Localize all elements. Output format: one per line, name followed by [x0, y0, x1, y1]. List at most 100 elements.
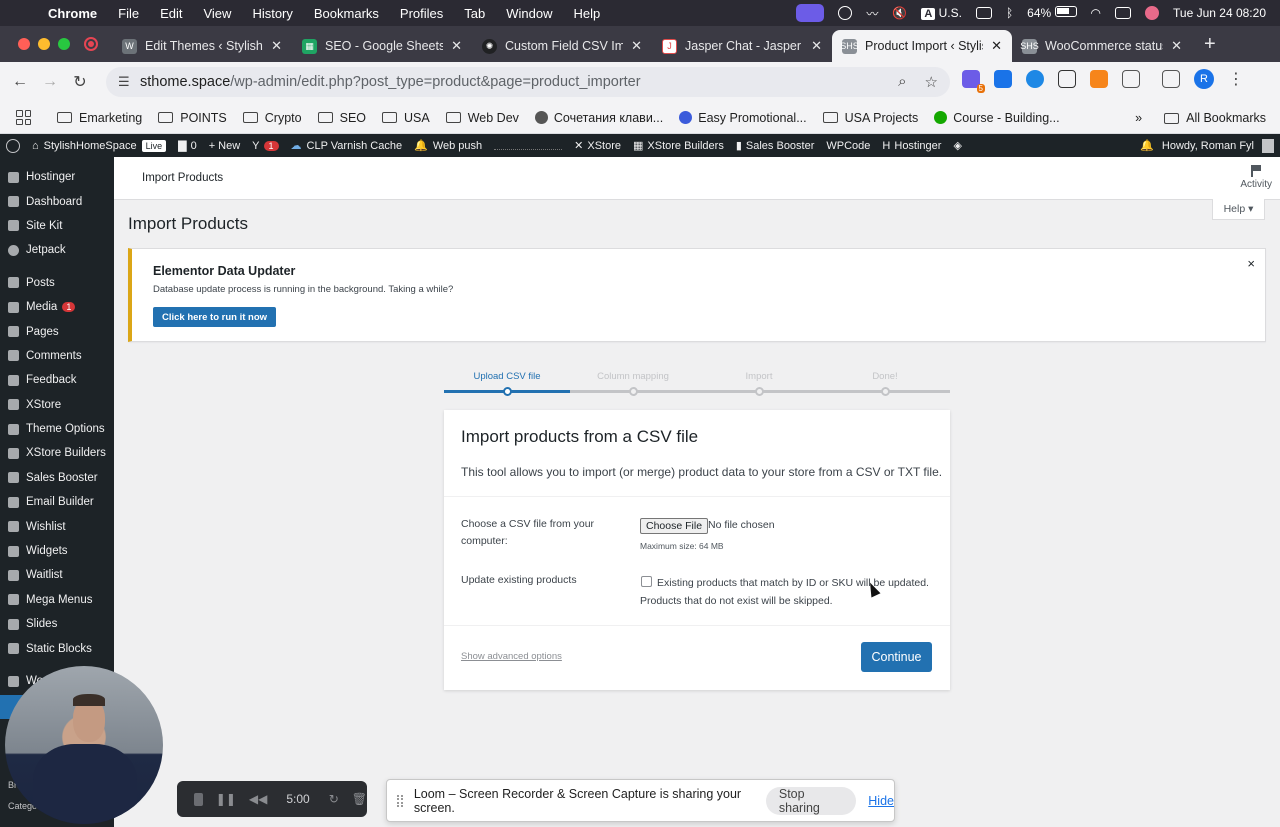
- sidebar-item-media[interactable]: Media 1: [0, 295, 114, 319]
- close-tab-icon[interactable]: ✕: [991, 38, 1002, 54]
- hide-banner-link[interactable]: Hide: [868, 794, 894, 808]
- extension-icon[interactable]: [1026, 70, 1044, 88]
- sidebar-item-comments[interactable]: Comments: [0, 344, 114, 368]
- bookmark-points[interactable]: POINTS: [158, 111, 227, 125]
- site-name[interactable]: ⌂ StylishHomeSpace Live: [32, 139, 167, 152]
- bookmark-emarketing[interactable]: Emarketing: [57, 111, 142, 125]
- recording-icon[interactable]: [84, 37, 98, 51]
- menu-bookmarks[interactable]: Bookmarks: [314, 6, 379, 21]
- battery-status[interactable]: 64%: [1027, 6, 1077, 20]
- tab-product-import[interactable]: SHS Product Import ‹ Stylis ✕: [832, 30, 1012, 62]
- extension-icon[interactable]: [994, 70, 1012, 88]
- bookmark-course[interactable]: Course - Building...: [934, 111, 1060, 125]
- menu-history[interactable]: History: [252, 6, 292, 21]
- run-updater-button[interactable]: Click here to run it now: [153, 307, 277, 327]
- update-existing-checkbox[interactable]: [641, 576, 652, 587]
- sidebar-item-mega-menus[interactable]: Mega Menus: [0, 588, 114, 612]
- audio-levels-icon[interactable]: 〰: [866, 5, 878, 22]
- sales-booster-menu[interactable]: ▮ Sales Booster: [736, 139, 815, 153]
- metamask-icon[interactable]: [1090, 70, 1108, 88]
- wordpress-logo-icon[interactable]: [6, 138, 20, 153]
- sidebar-item-slides[interactable]: Slides: [0, 612, 114, 636]
- tab-edit-themes[interactable]: W Edit Themes ‹ StylishH ✕: [112, 30, 292, 62]
- forward-icon[interactable]: →: [40, 73, 60, 91]
- back-icon[interactable]: ←: [10, 73, 30, 91]
- all-bookmarks[interactable]: All Bookmarks: [1164, 111, 1266, 125]
- hostinger-menu[interactable]: H Hostinger: [882, 140, 941, 152]
- input-source[interactable]: A U.S.: [921, 6, 962, 20]
- maximize-window-button[interactable]: [58, 38, 70, 50]
- close-tab-icon[interactable]: ✕: [271, 38, 282, 54]
- new-content[interactable]: + New: [209, 140, 240, 152]
- new-tab-icon[interactable]: +: [1204, 33, 1216, 56]
- howdy-user[interactable]: Howdy, Roman Fyl: [1162, 140, 1254, 152]
- bookmark-web-dev[interactable]: Web Dev: [445, 111, 519, 125]
- loom-webcam-bubble[interactable]: [5, 666, 163, 824]
- varnish-cache[interactable]: ☁ CLP Varnish Cache: [291, 139, 403, 153]
- wifi-icon[interactable]: ◠: [1091, 6, 1101, 20]
- close-tab-icon[interactable]: ✕: [1171, 38, 1182, 54]
- xstore-menu[interactable]: ✕ XStore: [574, 139, 621, 153]
- extension-icon[interactable]: [1058, 70, 1076, 88]
- side-panel-icon[interactable]: [1162, 70, 1180, 88]
- notification-bell-icon[interactable]: 🔔: [1140, 139, 1154, 152]
- close-tab-icon[interactable]: ✕: [631, 38, 642, 54]
- stop-sharing-button[interactable]: Stop sharing: [765, 786, 857, 815]
- screen-share-icon[interactable]: [796, 4, 825, 22]
- rewind-icon[interactable]: ◀◀: [249, 792, 267, 806]
- xstore-builders-menu[interactable]: ▦ XStore Builders: [633, 139, 724, 153]
- trash-icon[interactable]: 🗑: [352, 792, 367, 806]
- sidebar-item-theme-options[interactable]: Theme Options: [0, 417, 114, 441]
- stop-recording-icon[interactable]: [194, 792, 203, 806]
- sidebar-item-widgets[interactable]: Widgets: [0, 539, 114, 563]
- web-push[interactable]: 🔔 Web push: [414, 139, 482, 153]
- restart-icon[interactable]: ↻: [329, 792, 339, 806]
- sidebar-item-email-builder[interactable]: Email Builder: [0, 490, 114, 514]
- address-bar[interactable]: ☰ sthome.space/wp-admin/edit.php?post_ty…: [106, 67, 950, 97]
- tab-custom-field-csv[interactable]: ✺ Custom Field CSV Imp ✕: [472, 30, 652, 62]
- wpcode-menu[interactable]: WPCode: [826, 140, 870, 152]
- reload-icon[interactable]: ↻: [70, 72, 90, 92]
- show-advanced-options-link[interactable]: Show advanced options: [461, 651, 562, 662]
- tab-jasper-chat[interactable]: J Jasper Chat - Jasper ✕: [652, 30, 832, 62]
- sidebar-item-xstore[interactable]: XStore: [0, 393, 114, 417]
- sidebar-item-sales-booster[interactable]: Sales Booster: [0, 466, 114, 490]
- menu-help[interactable]: Help: [574, 6, 601, 21]
- sidebar-item-wishlist[interactable]: Wishlist: [0, 514, 114, 538]
- close-tab-icon[interactable]: ✕: [451, 38, 462, 54]
- sidebar-item-feedback[interactable]: Feedback: [0, 368, 114, 392]
- menu-app-name[interactable]: Chrome: [48, 6, 97, 21]
- menu-view[interactable]: View: [203, 6, 231, 21]
- clock[interactable]: Tue Jun 24 08:20: [1173, 6, 1266, 20]
- comments-link[interactable]: ▇ 0: [178, 139, 197, 153]
- diamond-menu[interactable]: ◈: [953, 139, 961, 152]
- bookmark-easy-promotional[interactable]: Easy Promotional...: [679, 111, 807, 125]
- close-icon[interactable]: ×: [1247, 256, 1255, 271]
- siri-icon[interactable]: [1145, 6, 1160, 20]
- profile-avatar[interactable]: R: [1194, 69, 1214, 89]
- zoom-icon[interactable]: ⌕: [898, 73, 906, 91]
- menu-profiles[interactable]: Profiles: [400, 6, 443, 21]
- bookmark-seo[interactable]: SEO: [317, 111, 366, 125]
- continue-button[interactable]: Continue: [861, 642, 932, 672]
- mute-icon[interactable]: 🔇: [892, 6, 907, 20]
- sidebar-item-posts[interactable]: Posts: [0, 271, 114, 295]
- sidebar-item-static-blocks[interactable]: Static Blocks: [0, 636, 114, 660]
- apps-icon[interactable]: [16, 110, 31, 125]
- drag-handle-icon[interactable]: [397, 794, 403, 807]
- menu-edit[interactable]: Edit: [160, 6, 182, 21]
- sidebar-item-site-kit[interactable]: Site Kit: [0, 214, 114, 238]
- extension-icon[interactable]: 5: [962, 70, 985, 93]
- sidebar-item-hostinger[interactable]: Hostinger: [0, 165, 114, 189]
- bookmark-usa[interactable]: USA: [382, 111, 430, 125]
- activity-button[interactable]: Activity: [1240, 165, 1272, 190]
- bluetooth-icon[interactable]: ᛒ: [1006, 6, 1013, 20]
- play-circle-icon[interactable]: [838, 6, 853, 20]
- control-center-icon[interactable]: [1115, 7, 1132, 19]
- close-window-button[interactable]: [18, 38, 30, 50]
- more-bookmarks-icon[interactable]: »: [1135, 111, 1142, 125]
- menu-file[interactable]: File: [118, 6, 139, 21]
- sidebar-item-xstore-builders[interactable]: XStore Builders: [0, 441, 114, 465]
- bookmark-usa-projects[interactable]: USA Projects: [822, 111, 918, 125]
- puzzle-icon[interactable]: [1122, 70, 1140, 88]
